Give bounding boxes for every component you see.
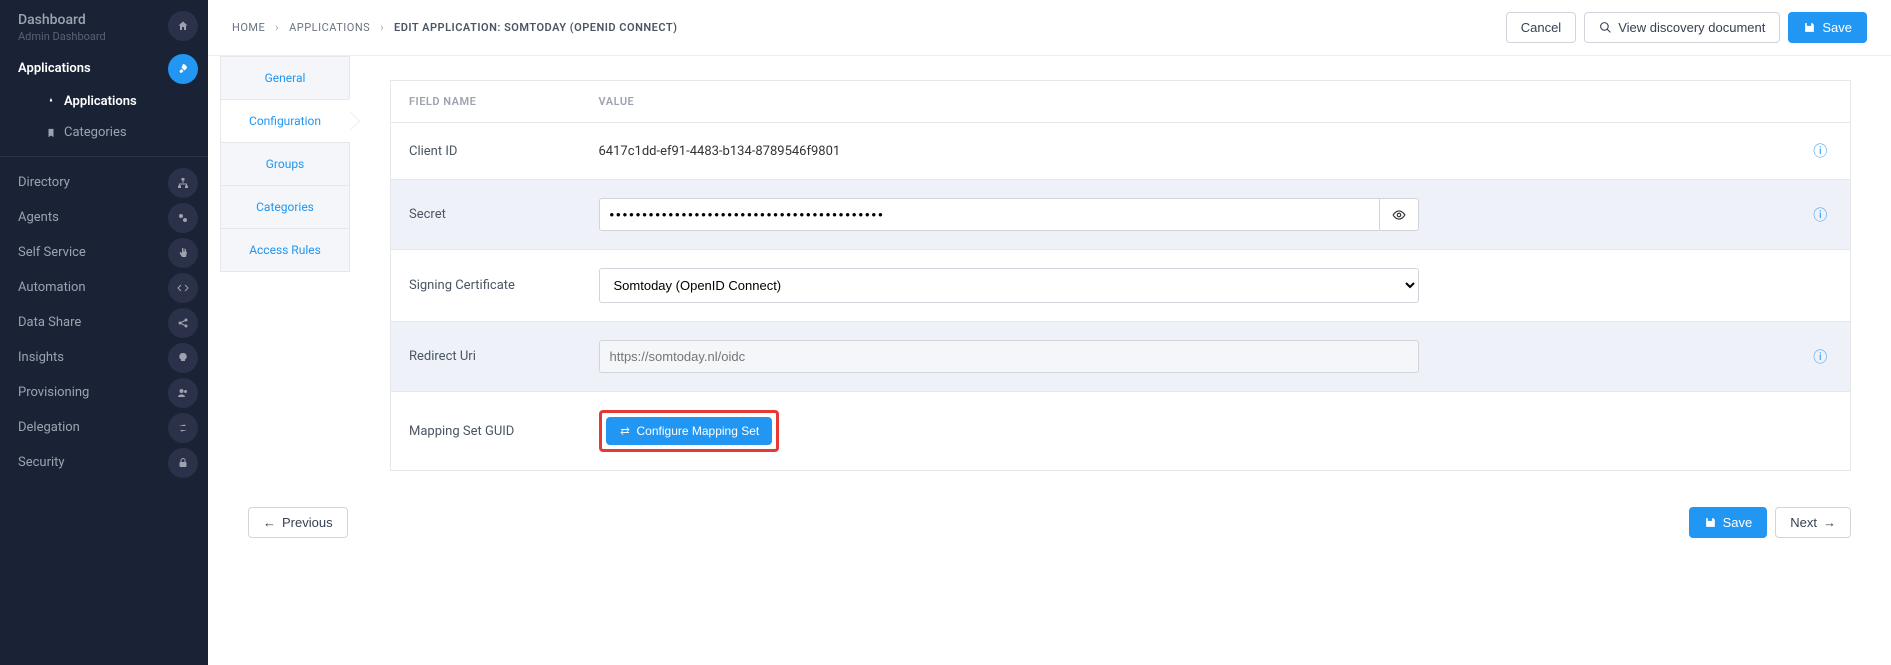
sitemap-icon[interactable] bbox=[168, 168, 198, 198]
sidebar-item-label: Provisioning bbox=[18, 385, 89, 400]
save-button-bottom[interactable]: Save bbox=[1689, 507, 1768, 538]
sidebar-provisioning-section: Provisioning ‹ bbox=[0, 375, 208, 410]
tabs-column: General Configuration Groups Categories … bbox=[220, 56, 350, 495]
bookmark-icon bbox=[46, 128, 58, 138]
sidebar-item-label: Agents bbox=[18, 210, 59, 225]
cancel-button[interactable]: Cancel bbox=[1506, 12, 1576, 43]
row-mapping-guid: Mapping Set GUID Configure Mapping Set bbox=[391, 392, 1851, 471]
sidebar-agents-section: Agents bbox=[0, 200, 208, 235]
config-table: FIELD NAME VALUE Client ID 6417c1dd-ef91… bbox=[390, 80, 1851, 471]
row-secret: Secret ⓘ bbox=[391, 180, 1851, 250]
info-icon[interactable]: ⓘ bbox=[1813, 208, 1827, 224]
sidebar-item-label: Delegation bbox=[18, 420, 80, 435]
label-signing-cert: Signing Certificate bbox=[391, 250, 581, 322]
redirect-uri-input[interactable] bbox=[599, 340, 1419, 373]
sidebar-dashboard-title: Dashboard bbox=[18, 12, 190, 28]
view-discovery-button[interactable]: View discovery document bbox=[1584, 12, 1780, 43]
sidebar-dashboard-section: Dashboard Admin Dashboard bbox=[0, 0, 208, 51]
arrow-left-icon: ← bbox=[263, 515, 276, 530]
sidebar-item-label: Directory bbox=[18, 175, 70, 190]
header-value: VALUE bbox=[581, 81, 1791, 123]
sidebar-datashare-section: Data Share bbox=[0, 305, 208, 340]
header-field: FIELD NAME bbox=[391, 81, 581, 123]
footer-actions: ← Previous Save Next → bbox=[208, 495, 1891, 562]
secret-input-group bbox=[599, 198, 1419, 231]
main-content: HOME › APPLICATIONS › EDIT APPLICATION: … bbox=[208, 0, 1891, 665]
sidebar-delegation-section: Delegation ‹ bbox=[0, 410, 208, 445]
sidebar-item-label: Applications bbox=[18, 61, 91, 76]
search-icon bbox=[1599, 21, 1612, 34]
sidebar-item-label: Data Share bbox=[18, 315, 81, 330]
form-area: FIELD NAME VALUE Client ID 6417c1dd-ef91… bbox=[350, 56, 1891, 495]
sidebar-item-label: Insights bbox=[18, 350, 64, 365]
sidebar-security-section: Security ‹ bbox=[0, 445, 208, 480]
chevron-right-icon: › bbox=[275, 21, 279, 34]
sidebar-selfservice-section: Self Service ‹ bbox=[0, 235, 208, 270]
sidebar-applications-sub: Applications Categories bbox=[0, 86, 208, 148]
share-icon[interactable] bbox=[168, 308, 198, 338]
sidebar-sub-applications[interactable]: Applications bbox=[28, 86, 208, 117]
gears-icon[interactable] bbox=[168, 203, 198, 233]
tab-categories[interactable]: Categories bbox=[220, 185, 350, 228]
sidebar-sub-label: Categories bbox=[64, 125, 127, 140]
label-mapping-guid: Mapping Set GUID bbox=[391, 392, 581, 471]
previous-button[interactable]: ← Previous bbox=[248, 507, 348, 538]
label-client-id: Client ID bbox=[391, 123, 581, 180]
next-button[interactable]: Next → bbox=[1775, 507, 1851, 538]
arrow-right-icon: → bbox=[1823, 515, 1836, 530]
sidebar-item-label: Security bbox=[18, 455, 65, 470]
code-icon[interactable] bbox=[168, 273, 198, 303]
highlight-annotation: Configure Mapping Set bbox=[599, 410, 780, 452]
sidebar-insights-section: Insights ‹ bbox=[0, 340, 208, 375]
row-redirect-uri: Redirect Uri ⓘ bbox=[391, 322, 1851, 392]
sidebar-directory-section: Directory ‹ bbox=[0, 165, 208, 200]
lock-icon[interactable] bbox=[168, 448, 198, 478]
sidebar-dashboard-subtitle: Admin Dashboard bbox=[18, 30, 190, 43]
sidebar: Dashboard Admin Dashboard Applications ▾… bbox=[0, 0, 208, 665]
row-signing-cert: Signing Certificate Somtoday (OpenID Con… bbox=[391, 250, 1851, 322]
sidebar-sub-categories[interactable]: Categories bbox=[28, 117, 208, 148]
signing-cert-select[interactable]: Somtoday (OpenID Connect) bbox=[599, 268, 1419, 303]
label-secret: Secret bbox=[391, 180, 581, 250]
breadcrumb-home[interactable]: HOME bbox=[232, 21, 265, 34]
topbar: HOME › APPLICATIONS › EDIT APPLICATION: … bbox=[208, 0, 1891, 56]
sidebar-applications-section: Applications ▾ bbox=[0, 51, 208, 86]
sidebar-sub-label: Applications bbox=[64, 94, 137, 109]
tab-general[interactable]: General bbox=[220, 56, 350, 99]
exchange-icon[interactable] bbox=[168, 413, 198, 443]
exchange-icon bbox=[619, 425, 631, 437]
users-icon[interactable] bbox=[168, 378, 198, 408]
tab-groups[interactable]: Groups bbox=[220, 142, 350, 185]
sidebar-item-label: Self Service bbox=[18, 245, 86, 260]
breadcrumb-current: EDIT APPLICATION: SOMTODAY (OPENID CONNE… bbox=[394, 21, 677, 34]
secret-input[interactable] bbox=[599, 198, 1380, 231]
tab-access-rules[interactable]: Access Rules bbox=[220, 228, 350, 272]
content-area: General Configuration Groups Categories … bbox=[208, 56, 1891, 495]
info-icon[interactable]: ⓘ bbox=[1813, 144, 1827, 160]
save-button-top[interactable]: Save bbox=[1788, 12, 1867, 43]
breadcrumb: HOME › APPLICATIONS › EDIT APPLICATION: … bbox=[232, 21, 678, 34]
sidebar-automation-section: Automation ‹ bbox=[0, 270, 208, 305]
reveal-secret-button[interactable] bbox=[1380, 198, 1419, 231]
rocket-small-icon bbox=[46, 97, 58, 107]
label-redirect-uri: Redirect Uri bbox=[391, 322, 581, 392]
hand-icon[interactable] bbox=[168, 238, 198, 268]
chevron-right-icon: › bbox=[380, 21, 384, 34]
topbar-actions: Cancel View discovery document Save bbox=[1506, 12, 1867, 43]
value-client-id: 6417c1dd-ef91-4483-b134-8789546f9801 bbox=[581, 123, 1791, 180]
row-client-id: Client ID 6417c1dd-ef91-4483-b134-878954… bbox=[391, 123, 1851, 180]
save-icon bbox=[1803, 21, 1816, 34]
sidebar-item-label: Automation bbox=[18, 280, 86, 295]
header-info bbox=[1791, 81, 1851, 123]
sidebar-divider bbox=[0, 156, 208, 157]
bulb-icon[interactable] bbox=[168, 343, 198, 373]
configure-mapping-button[interactable]: Configure Mapping Set bbox=[606, 417, 773, 445]
rocket-icon[interactable] bbox=[168, 54, 198, 84]
tab-configuration[interactable]: Configuration bbox=[220, 99, 350, 142]
eye-icon bbox=[1392, 208, 1406, 222]
home-icon[interactable] bbox=[168, 11, 198, 41]
breadcrumb-applications[interactable]: APPLICATIONS bbox=[289, 21, 370, 34]
info-icon[interactable]: ⓘ bbox=[1813, 350, 1827, 366]
save-icon bbox=[1704, 516, 1717, 529]
